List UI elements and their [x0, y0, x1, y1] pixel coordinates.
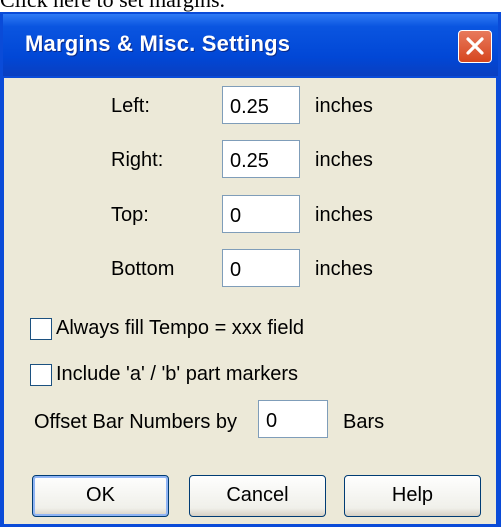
bars-unit-label: Bars [343, 411, 385, 433]
dialog-title: Margins & Misc. Settings [25, 31, 291, 56]
dialog-window: Margins & Misc. Settings Left: inches Ri… [0, 12, 501, 527]
caption-text: Click here to set margins. [0, 0, 501, 12]
help-button[interactable]: Help [344, 475, 481, 517]
offset-bar-numbers-field[interactable] [258, 400, 328, 438]
close-button[interactable] [458, 30, 492, 63]
top-unit-label: inches [315, 204, 373, 226]
top-label: Top: [111, 204, 149, 226]
ok-button[interactable]: OK [32, 475, 169, 517]
cancel-button[interactable]: Cancel [189, 475, 326, 517]
close-icon [466, 37, 484, 55]
right-margin-field[interactable] [222, 140, 300, 178]
right-unit-label: inches [315, 149, 373, 171]
title-bar[interactable]: Margins & Misc. Settings [3, 14, 498, 76]
include-part-markers-checkbox[interactable] [30, 364, 52, 386]
top-margin-field[interactable] [222, 195, 300, 233]
left-unit-label: inches [315, 95, 373, 117]
bottom-unit-label: inches [315, 258, 373, 280]
bottom-margin-field[interactable] [222, 249, 300, 287]
include-part-markers-label[interactable]: Include 'a' / 'b' part markers [56, 363, 298, 386]
left-margin-field[interactable] [222, 86, 300, 124]
offset-bar-numbers-label: Offset Bar Numbers by [34, 411, 238, 433]
dialog-body: Left: inches Right: inches Top: inches B… [4, 78, 496, 524]
always-fill-tempo-label[interactable]: Always fill Tempo = xxx field [56, 317, 304, 340]
bottom-label: Bottom [111, 258, 175, 280]
always-fill-tempo-checkbox[interactable] [30, 318, 52, 340]
left-label: Left: [111, 95, 150, 117]
right-label: Right: [111, 149, 164, 171]
